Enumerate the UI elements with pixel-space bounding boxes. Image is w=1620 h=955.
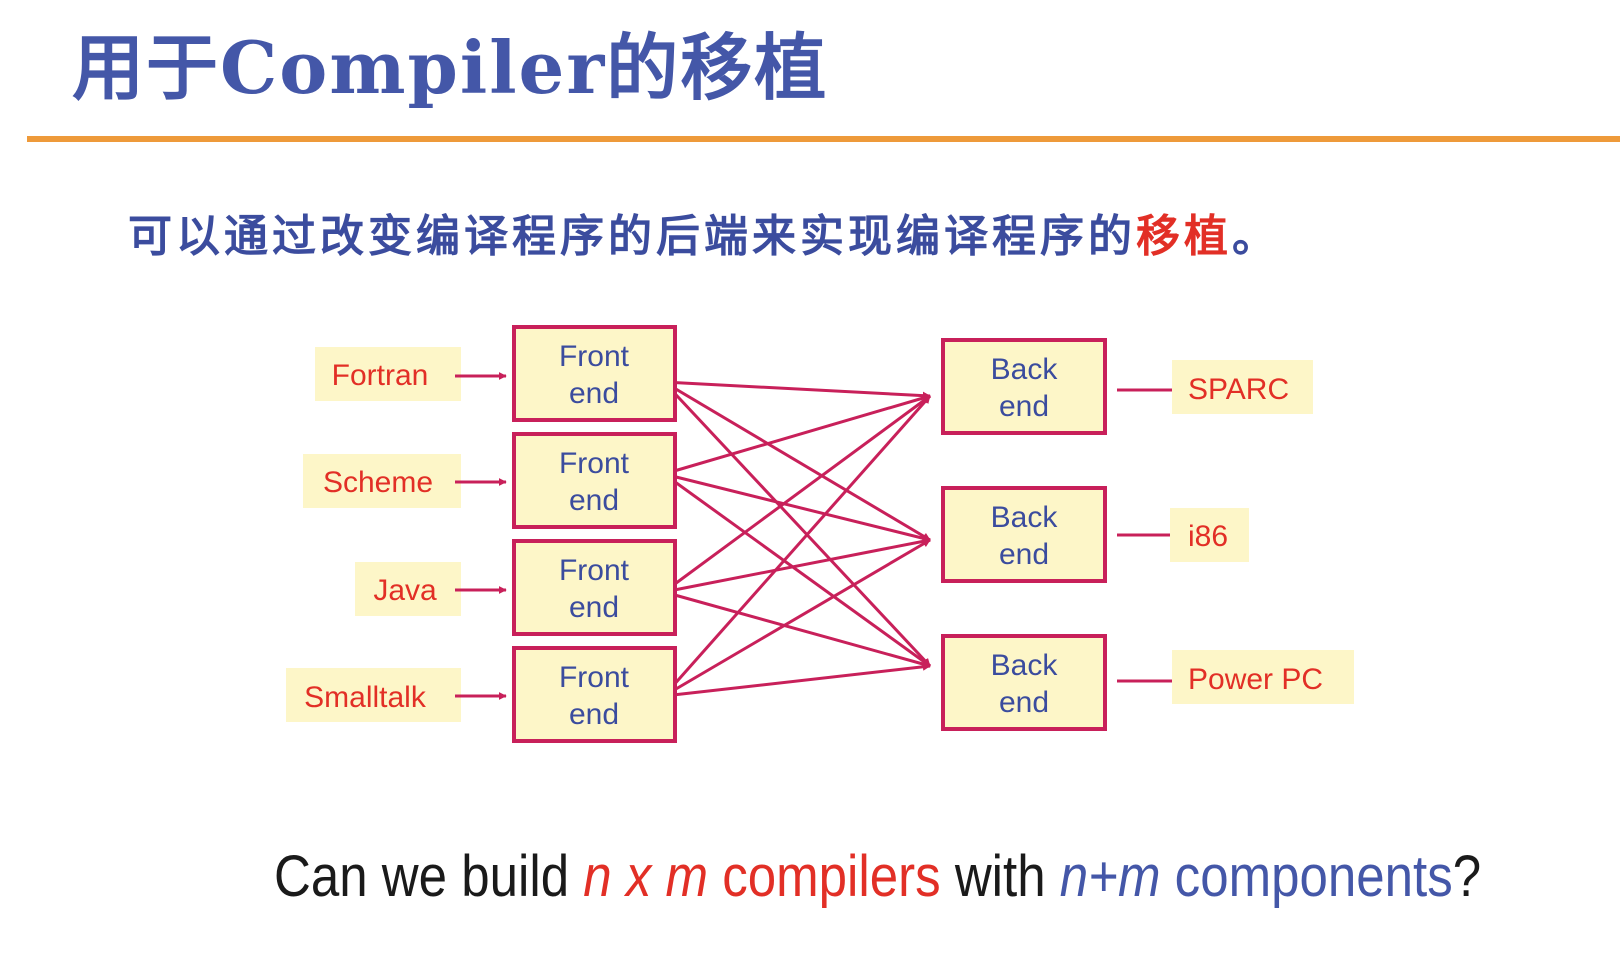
question-compilers: compilers [708, 844, 941, 909]
backend-3-line2: end [999, 686, 1049, 719]
frontend-3-line1: Front [559, 554, 630, 587]
backend-3-line1: Back [991, 649, 1059, 682]
frontend-box-1: Front end [512, 325, 677, 422]
lang-label-smalltalk: Smalltalk [304, 681, 427, 714]
question-mark: ? [1452, 844, 1482, 909]
frontend-backend-connections [662, 380, 932, 698]
frontend-1-line2: end [569, 377, 619, 410]
backend-2-line1: Back [991, 501, 1059, 534]
lang-label-fortran: Fortran [332, 359, 429, 392]
arrow-frontend2-to-backend3 [663, 472, 931, 668]
arrow-frontend4-to-backend1 [662, 395, 932, 697]
arrow-frontend4-to-backend3 [663, 662, 931, 698]
frontend-2-line1: Front [559, 447, 630, 480]
frontend-box-3: Front end [512, 539, 677, 636]
lang-label-java: Java [373, 574, 437, 607]
target-label-powerpc: Power PC [1188, 663, 1323, 696]
backend-1-line2: end [999, 390, 1049, 423]
backend-1-line1: Back [991, 353, 1059, 386]
arrow-frontend1-to-backend1 [663, 380, 931, 400]
frontend-box-4: Front end [512, 646, 677, 743]
question-n-plus-m: n+m [1059, 844, 1161, 909]
arrow-frontend3-to-backend3 [663, 590, 931, 668]
question-n-x-m: n x m [583, 844, 709, 909]
question-components: components [1160, 844, 1453, 909]
frontend-1-line1: Front [559, 340, 630, 373]
closing-question: Can we build n x m compilers with n+m co… [274, 843, 1481, 910]
backend-box-1: Back end [941, 338, 1107, 435]
lang-label-scheme: Scheme [323, 466, 433, 499]
backend-box-3: Back end [941, 634, 1107, 731]
question-with: with [940, 844, 1060, 909]
frontend-3-line2: end [569, 591, 619, 624]
frontend-4-line2: end [569, 698, 619, 731]
target-label-sparc: SPARC [1188, 373, 1289, 406]
target-label-i86: i86 [1188, 520, 1228, 553]
frontend-2-line2: end [569, 484, 619, 517]
arrow-frontend2-to-backend2 [663, 472, 931, 543]
frontend-box-2: Front end [512, 432, 677, 529]
question-part-1: Can we build [274, 844, 584, 909]
backend-box-2: Back end [941, 486, 1107, 583]
frontend-4-line1: Front [559, 661, 630, 694]
compiler-porting-diagram: Fortran Scheme Java Smalltalk Front end … [286, 325, 1354, 743]
backend-2-line2: end [999, 538, 1049, 571]
